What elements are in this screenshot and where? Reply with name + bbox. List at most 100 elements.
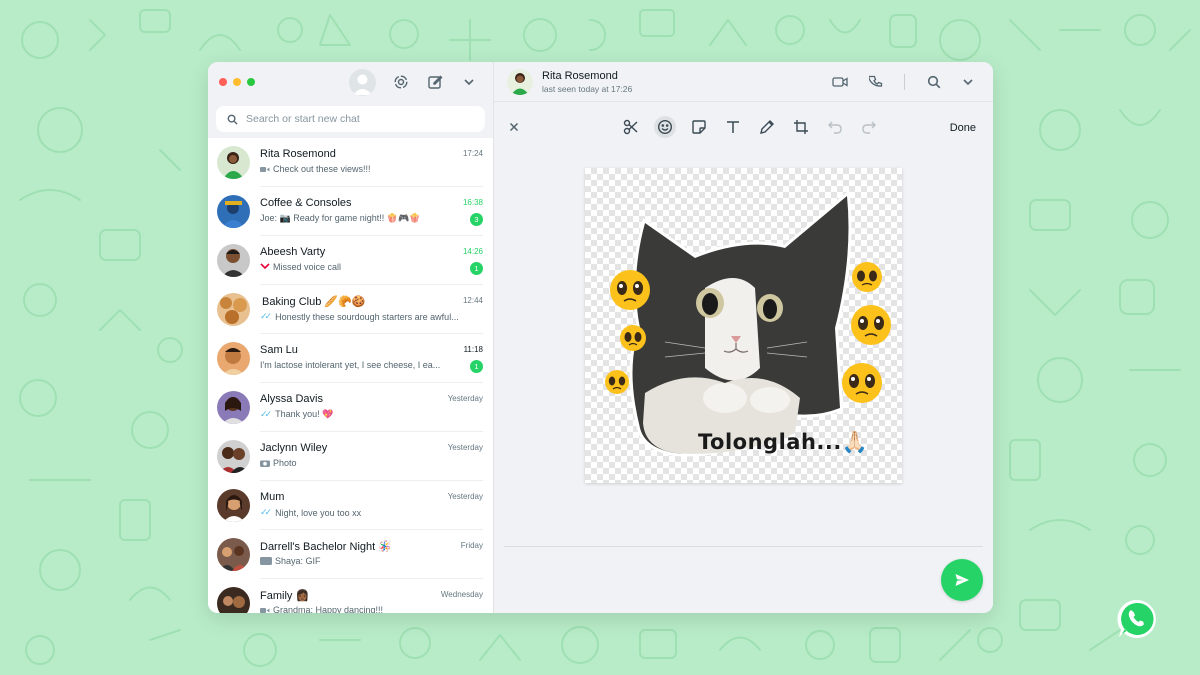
minimize-window-button[interactable]: [233, 78, 241, 86]
avatar: [217, 489, 250, 522]
contact-status: last seen today at 17:26: [542, 84, 633, 94]
chat-name: Alyssa Davis: [260, 393, 323, 405]
gif-icon: [260, 557, 272, 565]
chat-row-sam-lu[interactable]: Sam Lu 11:18 I'm lactose intolerant yet,…: [208, 334, 493, 383]
sticker-icon[interactable]: [689, 117, 709, 137]
search-box: [216, 106, 485, 132]
chat-name: Abeesh Varty: [260, 246, 326, 258]
text-icon[interactable]: [723, 117, 743, 137]
avatar: [217, 342, 250, 375]
chat-name: Darrell's Bachelor Night 🪅: [260, 541, 392, 553]
search-icon[interactable]: [924, 72, 944, 92]
new-chat-icon[interactable]: [425, 72, 445, 92]
missed-call-icon: [260, 263, 270, 270]
chat-name: Family 👩🏾: [260, 590, 310, 602]
chat-preview: ✓✓ Honestly these sourdough starters are …: [260, 311, 459, 322]
chat-preview: Joe: 📷 Ready for game night!! 🍿🎮🍿: [260, 213, 420, 224]
conversation-header: Rita Rosemond last seen today at 17:26: [494, 62, 993, 102]
chat-list: Rita Rosemond 17:24 Check out these view…: [208, 138, 493, 613]
chat-preview: Photo: [260, 458, 297, 468]
sidebar-header: [208, 62, 493, 102]
chat-preview-text: Night, love you too xx: [275, 507, 362, 518]
chat-preview: Missed voice call: [260, 262, 341, 272]
unread-badge: 3: [470, 213, 483, 226]
contact-name[interactable]: Rita Rosemond: [542, 70, 618, 82]
emoji-icon[interactable]: [654, 116, 676, 138]
avatar: [217, 440, 250, 473]
chat-time: Yesterday: [447, 394, 483, 403]
sticker-caption[interactable]: Tolonglah...🙏🏻: [698, 430, 868, 455]
send-icon: [955, 574, 969, 586]
caption-divider: [504, 546, 983, 547]
chat-row-mum[interactable]: Mum Yesterday ✓✓ Night, love you too xx: [208, 481, 493, 530]
search-icon: [227, 114, 238, 125]
chevron-down-icon[interactable]: [958, 72, 978, 92]
chat-preview: Grandma: Happy dancing!!!: [260, 605, 383, 613]
chat-list-pane: Rita Rosemond 17:24 Check out these view…: [208, 62, 494, 613]
chat-time: Yesterday: [447, 492, 483, 501]
crop-icon[interactable]: [791, 117, 811, 137]
chat-name: Mum: [260, 491, 285, 503]
avatar: [217, 146, 250, 179]
avatar: [217, 587, 250, 613]
chat-preview: ✓✓ Thank you! 💖: [260, 409, 333, 420]
chat-time: Wednesday: [440, 590, 483, 599]
avatar: [217, 195, 250, 228]
chat-time: 11:18: [463, 345, 483, 354]
chat-preview-text: Check out these views!!!: [273, 164, 371, 174]
chat-row-rita-rosemond[interactable]: Rita Rosemond 17:24 Check out these view…: [208, 138, 493, 187]
chat-name: Baking Club 🥖🥐🍪: [262, 296, 366, 308]
chat-preview: ✓✓ Night, love you too xx: [260, 507, 361, 518]
chat-row-coffee-consoles[interactable]: Coffee & Consoles 16:38 Joe: 📷 Ready for…: [208, 187, 493, 236]
chat-row-alyssa-davis[interactable]: Alyssa Davis Yesterday ✓✓ Thank you! 💖: [208, 383, 493, 432]
pencil-icon[interactable]: [757, 117, 777, 137]
double-tick-icon: ✓✓: [260, 409, 272, 419]
double-tick-icon: ✓✓: [260, 311, 272, 321]
chat-preview-text: Missed voice call: [273, 262, 342, 272]
chat-time: 14:26: [462, 247, 483, 256]
window-controls: [219, 78, 255, 86]
send-button[interactable]: [941, 559, 983, 601]
close-editor-button[interactable]: [504, 117, 524, 137]
close-window-button[interactable]: [219, 78, 227, 86]
scissors-icon[interactable]: [621, 117, 641, 137]
done-button[interactable]: Done: [950, 122, 976, 134]
redo-icon[interactable]: [859, 117, 879, 137]
video-icon: [260, 166, 270, 172]
chat-time: Friday: [460, 541, 483, 550]
voice-call-icon[interactable]: [866, 72, 886, 92]
avatar: [217, 244, 250, 277]
chat-row-baking-club[interactable]: Baking Club 🥖🥐🍪 12:44 ✓✓ Honestly these s…: [208, 285, 493, 334]
contact-avatar[interactable]: [507, 69, 533, 95]
profile-avatar-icon[interactable]: [349, 69, 376, 96]
chat-preview-text: I'm lactose intolerant yet, I see cheese…: [260, 360, 441, 370]
avatar: [217, 391, 250, 424]
chat-time: 16:38: [462, 198, 483, 207]
chat-preview: Check out these views!!!: [260, 164, 371, 174]
chevron-down-icon[interactable]: [459, 72, 479, 92]
video-icon: [260, 607, 270, 613]
chat-row-jaclynn-wiley[interactable]: Jaclynn Wiley Yesterday Photo: [208, 432, 493, 481]
chat-time: 17:24: [462, 149, 483, 158]
chat-row-abeesh-varty[interactable]: Abeesh Varty 14:26 Missed voice call 1: [208, 236, 493, 285]
chat-name: Rita Rosemond: [260, 148, 336, 160]
chat-name: Coffee & Consoles: [260, 197, 352, 209]
chat-preview-text: Grandma: Happy dancing!!!: [273, 605, 384, 613]
chat-name: Sam Lu: [260, 344, 298, 356]
double-tick-icon: ✓✓: [260, 507, 272, 517]
chat-preview-text: Joe: 📷 Ready for game night!! 🍿🎮🍿: [260, 213, 421, 223]
unread-badge: 1: [470, 360, 483, 373]
undo-icon[interactable]: [825, 117, 845, 137]
chat-preview-text: Thank you! 💖: [275, 409, 334, 419]
chat-preview-text: Shaya: GIF: [275, 556, 321, 566]
chat-row-darrells-bachelor-night[interactable]: Darrell's Bachelor Night 🪅 Friday Shaya:…: [208, 530, 493, 579]
video-call-icon[interactable]: [830, 72, 850, 92]
header-divider: [904, 74, 905, 90]
zoom-window-button[interactable]: [247, 78, 255, 86]
whatsapp-logo-icon: [1117, 599, 1156, 638]
pleading-face-emoji: [610, 270, 650, 310]
status-icon[interactable]: [391, 72, 411, 92]
sticker-canvas[interactable]: Tolonglah...🙏🏻: [585, 168, 902, 483]
chat-row-family[interactable]: Family 👩🏾 Wednesday Grandma: Happy danci…: [208, 579, 493, 613]
search-input[interactable]: [246, 113, 446, 125]
